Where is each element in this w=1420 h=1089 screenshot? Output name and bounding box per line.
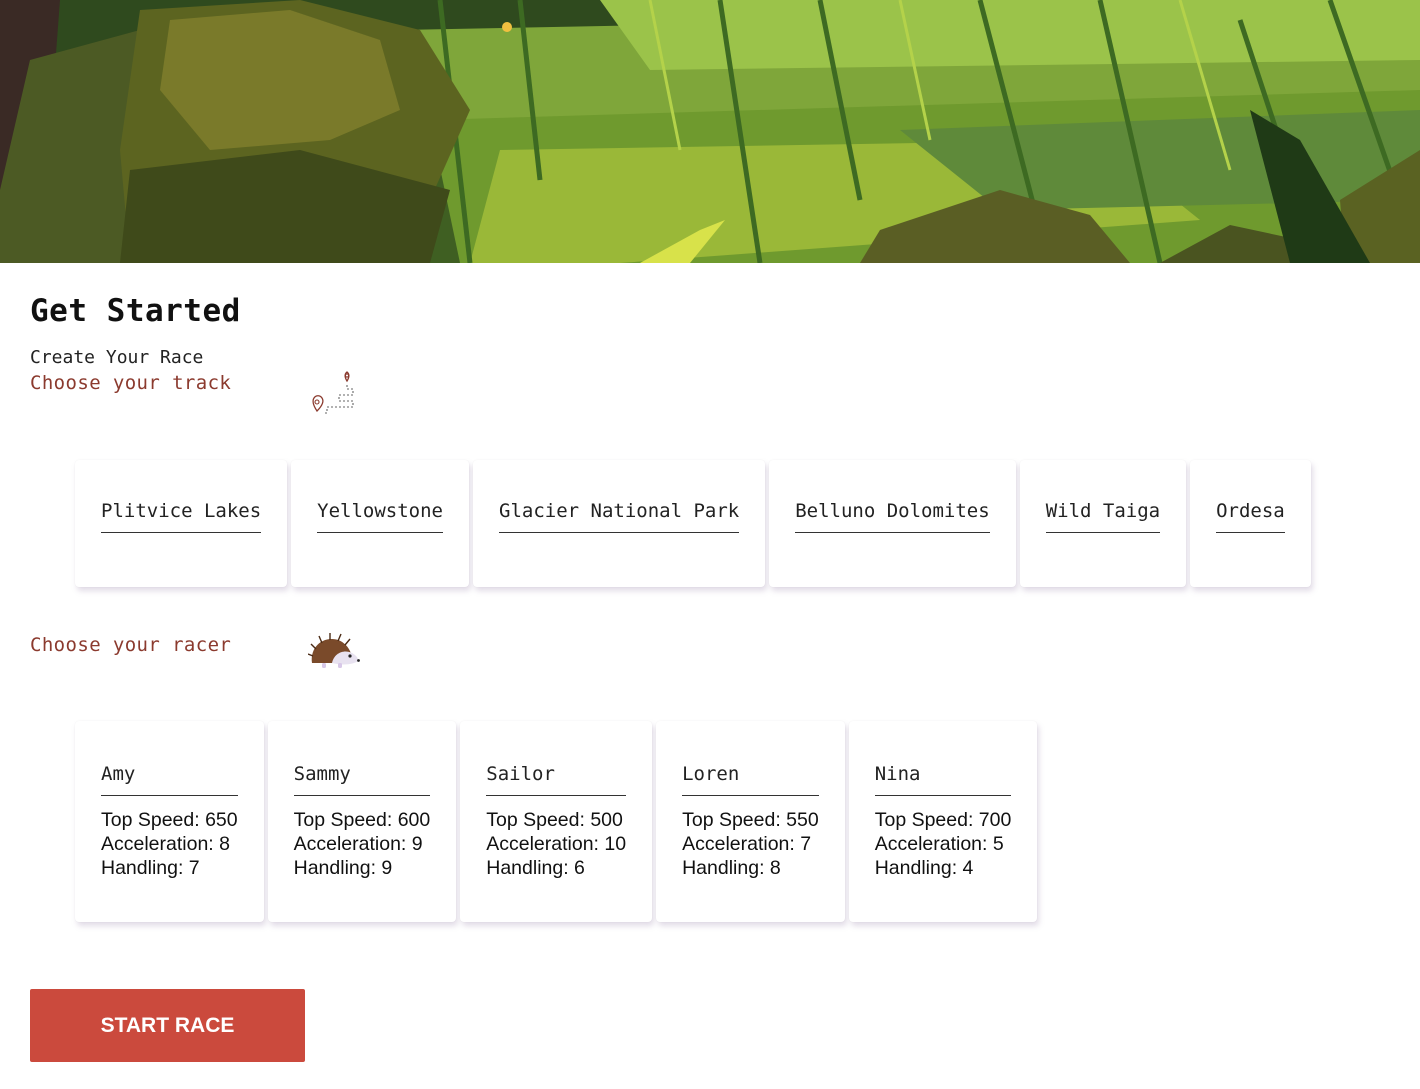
racer-stats: Top Speed: 500 Acceleration: 10 Handling… bbox=[486, 808, 626, 880]
track-card-glacier-national-park[interactable]: Glacier National Park bbox=[473, 460, 766, 587]
racer-list: Amy Top Speed: 650 Acceleration: 8 Handl… bbox=[75, 721, 1038, 922]
track-card-wild-taiga[interactable]: Wild Taiga bbox=[1019, 460, 1187, 587]
stat-top-speed: Top Speed: 500 bbox=[486, 809, 623, 831]
stat-top-speed: Top Speed: 650 bbox=[101, 809, 238, 831]
track-name: Belluno Dolomites bbox=[795, 500, 990, 533]
start-race-button[interactable]: START RACE bbox=[30, 989, 305, 1062]
stat-acceleration: Acceleration: 9 bbox=[293, 833, 423, 855]
racer-name: Amy bbox=[101, 763, 238, 796]
track-name: Yellowstone bbox=[317, 500, 443, 533]
racer-stats: Top Speed: 700 Acceleration: 5 Handling:… bbox=[875, 808, 1012, 880]
racer-name: Loren bbox=[682, 763, 819, 796]
track-card-belluno-dolomites[interactable]: Belluno Dolomites bbox=[769, 460, 1016, 587]
page-subtitle: Create Your Race bbox=[30, 347, 204, 368]
hero-banner bbox=[0, 0, 1420, 263]
stat-acceleration: Acceleration: 5 bbox=[874, 833, 1004, 855]
stat-top-speed: Top Speed: 700 bbox=[874, 809, 1012, 831]
racer-name: Nina bbox=[874, 763, 1012, 796]
route-map-pin-icon bbox=[312, 371, 354, 414]
racer-name: Sammy bbox=[293, 763, 431, 796]
track-name: Plitvice Lakes bbox=[101, 500, 262, 533]
page-title: Get Started bbox=[30, 293, 241, 329]
racer-stats: Top Speed: 550 Acceleration: 7 Handling:… bbox=[682, 808, 819, 880]
racer-card-loren[interactable]: Loren Top Speed: 550 Acceleration: 7 Han… bbox=[656, 721, 845, 922]
track-card-plitvice-lakes[interactable]: Plitvice Lakes bbox=[75, 460, 288, 587]
racer-card-sammy[interactable]: Sammy Top Speed: 600 Acceleration: 9 Han… bbox=[267, 721, 457, 922]
stat-top-speed: Top Speed: 600 bbox=[293, 809, 431, 831]
stat-acceleration: Acceleration: 7 bbox=[682, 833, 812, 855]
racer-name: Sailor bbox=[486, 763, 627, 796]
racer-card-nina[interactable]: Nina Top Speed: 700 Acceleration: 5 Hand… bbox=[848, 721, 1038, 922]
stat-handling: Handling: 7 bbox=[101, 857, 200, 879]
track-list: Plitvice Lakes Yellowstone Glacier Natio… bbox=[75, 460, 1311, 587]
racer-section-label: Choose your racer bbox=[30, 634, 232, 656]
stat-handling: Handling: 8 bbox=[682, 857, 781, 879]
stat-top-speed: Top Speed: 550 bbox=[682, 809, 819, 831]
stat-handling: Handling: 6 bbox=[486, 857, 585, 879]
track-section-label: Choose your track bbox=[30, 372, 232, 394]
hedgehog-icon bbox=[308, 633, 360, 668]
track-name: Glacier National Park bbox=[499, 500, 740, 533]
forest-banner-image bbox=[0, 0, 1420, 263]
racer-stats: Top Speed: 650 Acceleration: 8 Handling:… bbox=[101, 808, 238, 880]
racer-card-sailor[interactable]: Sailor Top Speed: 500 Acceleration: 10 H… bbox=[460, 721, 653, 922]
track-card-ordesa[interactable]: Ordesa bbox=[1190, 460, 1311, 587]
stat-acceleration: Acceleration: 8 bbox=[101, 833, 230, 855]
track-name: Ordesa bbox=[1216, 500, 1285, 533]
stat-acceleration: Acceleration: 10 bbox=[486, 833, 627, 855]
track-name: Wild Taiga bbox=[1045, 500, 1161, 533]
racer-stats: Top Speed: 600 Acceleration: 9 Handling:… bbox=[294, 808, 431, 880]
stat-handling: Handling: 4 bbox=[874, 857, 974, 879]
stat-handling: Handling: 9 bbox=[293, 857, 393, 879]
racer-card-amy[interactable]: Amy Top Speed: 650 Acceleration: 8 Handl… bbox=[75, 721, 264, 922]
track-card-yellowstone[interactable]: Yellowstone bbox=[291, 460, 469, 587]
